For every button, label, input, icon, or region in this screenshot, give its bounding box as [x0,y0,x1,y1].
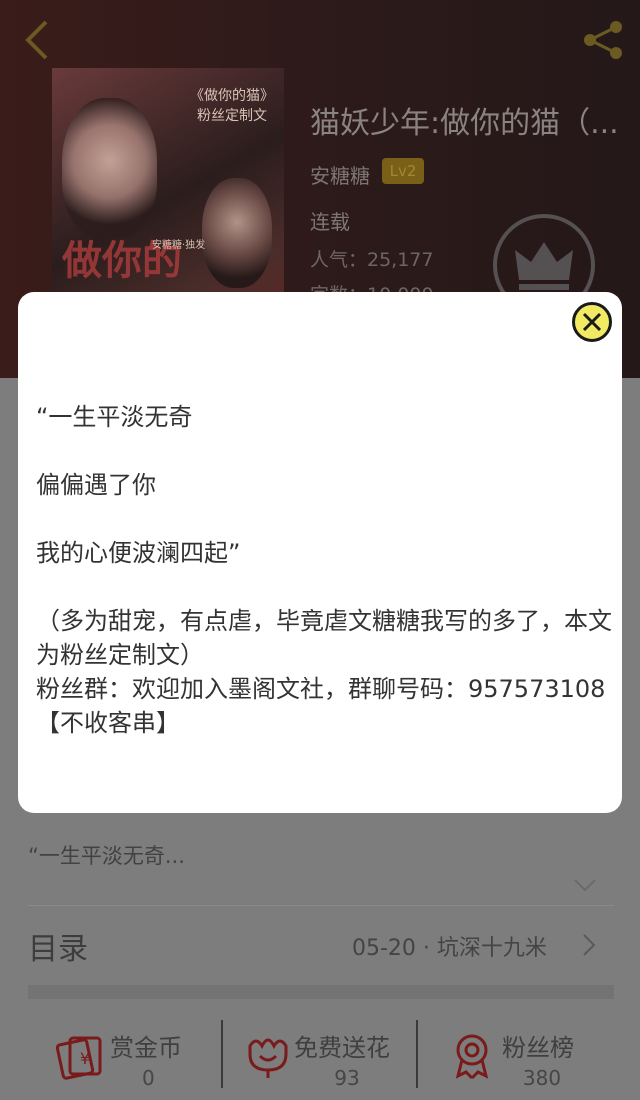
book-title: 猫妖少年:做你的猫（... [310,106,619,141]
back-arrow-icon[interactable] [18,18,58,62]
divider [221,1020,223,1088]
dialog-paragraph: （多为甜宠，有点虐，毕竟虐文糖糖我写的多了，本文为粉丝定制文） 粉丝群：欢迎加入… [36,607,612,737]
flower-icon [242,1032,294,1080]
svg-text:¥: ¥ [80,1049,90,1068]
divider [28,905,614,906]
reward-label: 赏金币 [110,1034,182,1062]
popularity: 人气：25,177 [310,249,434,271]
ribbon-medal-icon [450,1032,502,1080]
toc-label[interactable]: 目录 [28,924,88,968]
fan-ranking-button[interactable]: 粉丝榜 380 [450,1022,600,1100]
dialog-body: “一生平淡无奇 偏偏遇了你 我的心便波澜四起” （多为甜宠，有点虐，毕竟虐文糖糖… [36,400,612,740]
fan-rank-value: 380 [522,1066,562,1090]
status-bar [30,0,100,14]
section-divider [28,985,614,999]
dialog-paragraph: 我的心便波澜四起” [36,539,241,567]
level-badge: Lv2 [382,158,424,184]
chevron-down-icon[interactable] [572,876,598,894]
chevron-right-icon[interactable] [580,932,598,958]
flower-label: 免费送花 [294,1034,390,1062]
author-name[interactable]: 安糖糖 [310,160,370,189]
divider [416,1020,418,1088]
cover-author-tag: 安糖糖·独发 [152,240,206,251]
serial-status: 连载 [310,210,350,234]
red-envelope-icon: ¥ [55,1032,108,1080]
fan-rank-label: 粉丝榜 [502,1034,574,1062]
dialog-paragraph: “一生平淡无奇 [36,403,193,431]
close-icon [582,312,602,332]
dialog-paragraph: 偏偏遇了你 [36,471,156,499]
cover-figure-girl [62,98,157,238]
intro-preview[interactable]: “一生平淡无奇... [28,840,185,870]
intro-dialog: “一生平淡无奇 偏偏遇了你 我的心便波澜四起” （多为甜宠，有点虐，毕竟虐文糖糖… [18,292,622,813]
cover-title: 《做你的猫》 粉丝定制文 [190,88,274,124]
flower-value: 93 [334,1066,360,1090]
latest-chapter[interactable]: 05-20 · 坑深十九米 [352,930,547,962]
reward-coins-button[interactable]: ¥ 赏金币 0 [55,1022,206,1100]
reward-value: 0 [142,1066,155,1090]
send-flower-button[interactable]: 免费送花 93 [242,1022,412,1100]
share-icon[interactable] [578,20,630,60]
close-button[interactable] [572,302,612,342]
cover-figure-boy [202,178,272,288]
